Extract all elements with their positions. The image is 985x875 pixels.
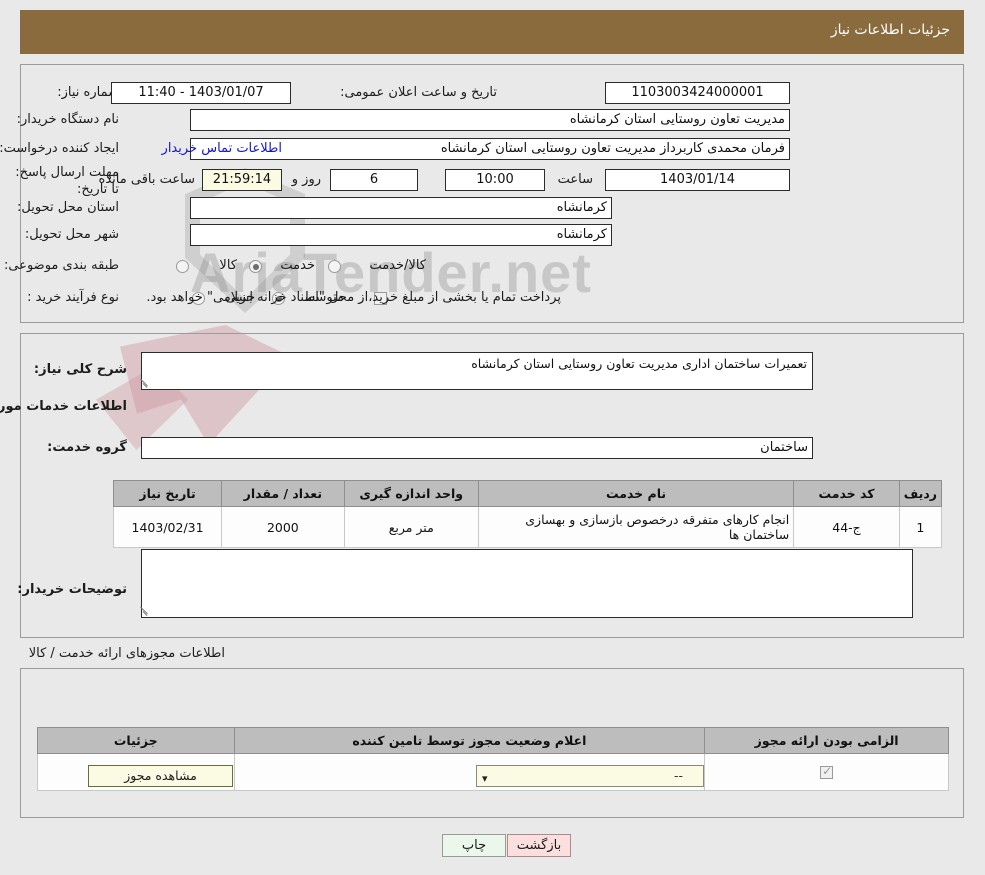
need-number-label: شماره نیاز: [57, 85, 119, 100]
delivery-city-label: شهر محل تحویل: [24, 227, 119, 242]
col-row-no: ردیف [898, 480, 943, 507]
remaining-time-suffix: ساعت باقی مانده [98, 172, 195, 187]
radio-category-goods-service-label: کالا/خدمت [369, 258, 426, 273]
general-description-value: تعمیرات ساختمان اداری مدیریت تعاون روستا… [141, 352, 813, 390]
col-need-date: تاریخ نیاز [112, 480, 223, 507]
announcement-datetime-label: تاریخ و ساعت اعلان عمومی: [340, 85, 497, 100]
col-service-name: نام خدمت [477, 480, 795, 507]
purchase-process-label: نوع فرآیند خرید : [27, 290, 119, 305]
col-permit-status: اعلام وضعیت مجوز توسط تامین کننده [233, 727, 706, 754]
chevron-down-icon: ▾ [482, 772, 488, 785]
deadline-date-value: 1403/01/14 [605, 169, 790, 191]
cell-permit-required [704, 753, 949, 791]
page-title-bar: جزئیات اطلاعات نیاز [20, 10, 964, 54]
buyer-notes-value [141, 549, 913, 618]
cell-row-no: 1 [898, 506, 943, 548]
buyer-notes-label: توضیحات خریدار: [17, 582, 127, 597]
cell-service-name: انجام کارهای متفرقه درخصوص بازسازی و بهس… [477, 506, 795, 548]
col-permit-details: جزئیات [37, 727, 235, 754]
delivery-province-value: کرمانشاه [190, 197, 612, 219]
print-button[interactable]: چاپ [442, 834, 506, 857]
cell-quantity: 2000 [221, 506, 345, 548]
services-table-header-row: ردیف کد خدمت نام خدمت واحد اندازه گیری ت… [112, 480, 943, 507]
permit-required-checkbox [820, 764, 834, 779]
radio-category-goods-service[interactable] [328, 260, 341, 273]
buyer-contact-link[interactable]: اطلاعات تماس خریدار [162, 141, 282, 156]
page-title: جزئیات اطلاعات نیاز [830, 22, 950, 38]
permit-status-select[interactable]: ▾ -- [476, 765, 704, 787]
deadline-hour-label: ساعت [557, 172, 593, 187]
col-unit: واحد اندازه گیری [343, 480, 479, 507]
col-quantity: تعداد / مقدار [221, 480, 345, 507]
col-permit-required: الزامی بودن ارائه مجوز [704, 727, 949, 754]
radio-category-service[interactable] [249, 260, 262, 273]
services-info-heading: اطلاعات خدمات مورد نیاز [0, 399, 127, 414]
permit-status-selected-value: -- [673, 768, 683, 783]
cell-need-date: 1403/02/31 [112, 506, 223, 548]
announcement-datetime-value: 1403/01/07 - 11:40 [111, 82, 291, 104]
treasury-documents-label: پرداخت تمام یا بخشی از مبلغ خرید،از محل … [146, 290, 561, 305]
back-button[interactable]: بازگشت [507, 834, 571, 857]
buyer-organization-value: مدیریت تعاون روستایی استان کرمانشاه [190, 109, 790, 131]
service-group-label: گروه خدمت: [47, 440, 127, 455]
radio-category-goods[interactable] [176, 260, 189, 273]
remaining-days-value: 6 [330, 169, 418, 191]
table-row: 1 ج-44 انجام کارهای متفرقه درخصوص بازساز… [112, 506, 943, 548]
permits-table-header-row: الزامی بودن ارائه مجوز اعلام وضعیت مجوز … [37, 727, 949, 754]
cell-service-code: ج-44 [793, 506, 900, 548]
delivery-province-label: استان محل تحویل: [17, 200, 119, 215]
remaining-time-countdown: 21:59:14 [202, 169, 282, 191]
deadline-hour-value: 10:00 [445, 169, 545, 191]
subject-category-label: طبقه بندی موضوعی: [3, 258, 119, 273]
col-service-code: کد خدمت [793, 480, 900, 507]
general-description-label: شرح کلی نیاز: [33, 362, 127, 377]
radio-category-goods-label: کالا [219, 258, 237, 273]
permits-heading: اطلاعات مجوزهای ارائه خدمت / کالا [28, 646, 225, 661]
need-number-value: 1103003424000001 [605, 82, 790, 104]
service-group-value: ساختمان [141, 437, 813, 459]
days-and-label: روز و [291, 172, 321, 187]
view-permit-button[interactable]: مشاهده مجوز [88, 765, 233, 787]
services-table: ردیف کد خدمت نام خدمت واحد اندازه گیری ت… [112, 480, 943, 548]
request-creator-label: ایجاد کننده درخواست: [0, 141, 119, 156]
cell-unit: متر مربع [343, 506, 479, 548]
radio-category-service-label: خدمت [280, 258, 315, 273]
delivery-city-value: کرمانشاه [190, 224, 612, 246]
buyer-organization-label: نام دستگاه خریدار: [16, 112, 119, 127]
need-details-page: AriaTender.net جزئیات اطلاعات نیاز شماره… [0, 0, 985, 875]
